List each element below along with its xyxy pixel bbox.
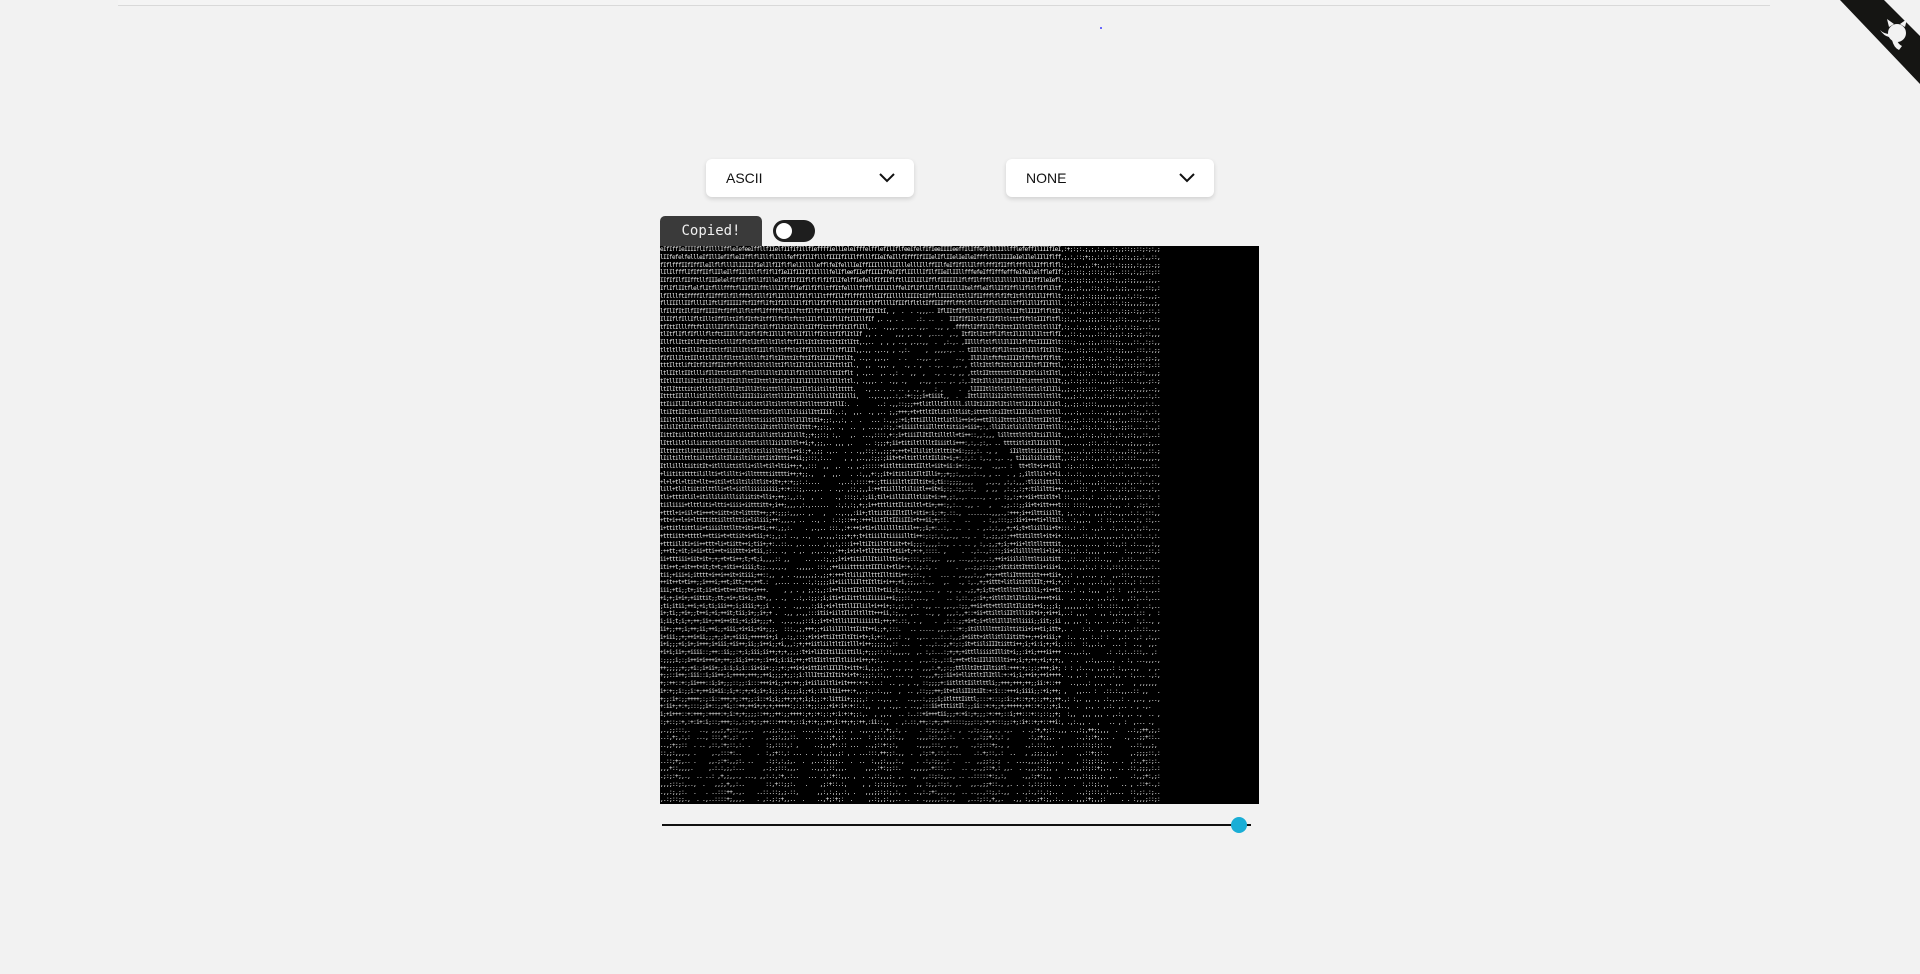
resolution-slider[interactable]	[660, 815, 1259, 835]
charset-select-value: ASCII	[726, 170, 763, 186]
browser-top-divider	[118, 0, 1770, 6]
filter-select-value: NONE	[1026, 170, 1067, 186]
chevron-down-icon	[878, 169, 896, 187]
slider-thumb[interactable]	[1231, 817, 1248, 833]
toggle-knob	[776, 223, 792, 239]
copy-button[interactable]: Copied!	[660, 216, 762, 246]
stray-dot	[1100, 27, 1102, 29]
filter-select[interactable]: NONE	[1006, 159, 1214, 197]
github-octocat-icon	[1840, 0, 1920, 84]
github-corner-link[interactable]	[1836, 0, 1920, 84]
chevron-down-icon	[1178, 169, 1196, 187]
slider-track	[662, 824, 1251, 826]
ascii-art-text: eIfIffIeIIIIflIfIlllIffleIefeeIffllfIIel…	[660, 246, 1161, 804]
ascii-art-output: eIfIffIeIIIIflIfIlllIffleIefeeIffllfIIel…	[660, 246, 1259, 804]
invert-toggle[interactable]	[773, 220, 815, 242]
charset-select[interactable]: ASCII	[706, 159, 914, 197]
